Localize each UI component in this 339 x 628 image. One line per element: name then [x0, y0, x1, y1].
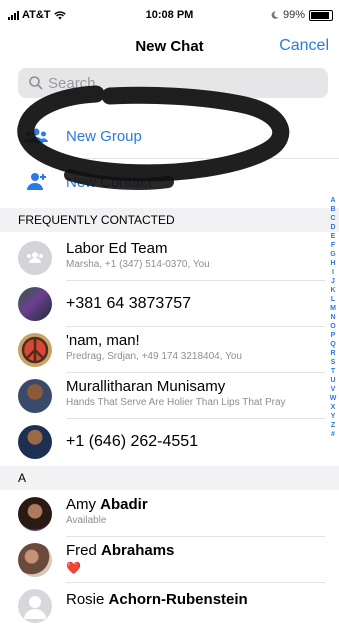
contact-subtitle: Predrag, Srdjan, +49 174 3218404, You	[66, 351, 242, 362]
new-contact-label: New Contact	[66, 173, 152, 191]
section-header-a: A	[0, 466, 339, 490]
new-group-button[interactable]: New Group	[0, 116, 339, 156]
contact-name: +381 64 3873757	[66, 295, 192, 312]
peace-sign-avatar	[18, 333, 52, 367]
moon-icon	[271, 11, 279, 19]
divider	[66, 536, 325, 537]
index-letter[interactable]: G	[328, 250, 338, 259]
alphabet-index[interactable]: A B C D E F G H I J K L M N O P Q R S T U V W X Y Z #	[328, 196, 338, 439]
list-item[interactable]: Rosie Achorn-Rubenstein	[0, 584, 325, 628]
battery-group: 99%	[271, 9, 333, 21]
contact-name: Rosie Achorn-Rubenstein	[66, 591, 248, 608]
group-avatar	[18, 241, 52, 275]
contact-name: Amy Abadir	[66, 496, 148, 513]
avatar	[18, 287, 52, 321]
index-letter[interactable]: M	[328, 304, 338, 313]
divider	[66, 326, 325, 327]
add-person-icon	[27, 173, 46, 190]
index-letter[interactable]: X	[328, 403, 338, 412]
index-letter[interactable]: N	[328, 313, 338, 322]
index-letter[interactable]: C	[328, 214, 338, 223]
index-letter[interactable]: O	[328, 322, 338, 331]
avatar	[18, 425, 52, 459]
divider	[66, 582, 325, 583]
contact-name: Labor Ed Team	[66, 240, 168, 257]
group-icon	[24, 128, 48, 143]
divider	[66, 418, 325, 419]
index-letter[interactable]: P	[328, 331, 338, 340]
nav-bar: New Chat Cancel	[0, 32, 339, 62]
index-letter[interactable]: F	[328, 241, 338, 250]
heart-status: ❤️	[66, 561, 81, 575]
section-header-frequent: FREQUENTLY CONTACTED	[0, 208, 339, 232]
index-letter[interactable]: U	[328, 376, 338, 385]
index-letter[interactable]: T	[328, 367, 338, 376]
divider	[64, 158, 339, 159]
index-letter[interactable]: Y	[328, 412, 338, 421]
search-icon	[29, 76, 43, 90]
new-group-label: New Group	[66, 127, 142, 145]
list-item[interactable]: Amy Abadir Available	[0, 492, 325, 536]
index-letter[interactable]: E	[328, 232, 338, 241]
battery-icon	[309, 9, 333, 21]
list-item[interactable]: Fred Abrahams ❤️	[0, 538, 325, 582]
battery-percent: 99%	[282, 9, 305, 21]
search-input[interactable]	[44, 73, 290, 93]
index-letter[interactable]: Q	[328, 340, 338, 349]
index-letter[interactable]: W	[328, 394, 338, 403]
index-letter[interactable]: K	[328, 286, 338, 295]
divider	[66, 372, 325, 373]
status-bar: AT&T 10:08 PM 99%	[0, 0, 339, 30]
avatar	[18, 589, 52, 623]
contact-subtitle: Hands That Serve Are Holier Than Lips Th…	[66, 397, 286, 408]
index-letter[interactable]: L	[328, 295, 338, 304]
index-letter[interactable]: V	[328, 385, 338, 394]
list-item[interactable]: +381 64 3873757	[0, 282, 325, 326]
contact-subtitle: Marsha, +1 (347) 514-0370, You	[66, 259, 210, 270]
avatar	[18, 543, 52, 577]
cancel-button[interactable]: Cancel	[279, 37, 329, 55]
contact-name: Murallitharan Munisamy	[66, 378, 226, 395]
index-letter[interactable]: I	[328, 268, 338, 277]
avatar	[18, 497, 52, 531]
index-letter[interactable]: #	[328, 430, 338, 439]
index-letter[interactable]: B	[328, 205, 338, 214]
index-letter[interactable]: J	[328, 277, 338, 286]
divider	[66, 280, 325, 281]
index-letter[interactable]: H	[328, 259, 338, 268]
contact-name: +1 (646) 262-4551	[66, 433, 199, 450]
new-contact-button[interactable]: New Contact	[0, 162, 339, 202]
index-letter[interactable]: S	[328, 358, 338, 367]
contact-name: 'nam, man!	[66, 332, 140, 349]
index-letter[interactable]: R	[328, 349, 338, 358]
index-letter[interactable]: A	[328, 196, 338, 205]
list-item[interactable]: Murallitharan Munisamy Hands That Serve …	[0, 374, 325, 418]
list-item[interactable]: Labor Ed Team Marsha, +1 (347) 514-0370,…	[0, 236, 325, 280]
index-letter[interactable]: D	[328, 223, 338, 232]
search-bar[interactable]	[18, 68, 328, 98]
avatar	[18, 379, 52, 413]
list-item[interactable]: +1 (646) 262-4551	[0, 420, 325, 464]
contact-name: Fred Abrahams	[66, 542, 175, 559]
index-letter[interactable]: Z	[328, 421, 338, 430]
list-item[interactable]: 'nam, man! Predrag, Srdjan, +49 174 3218…	[0, 328, 325, 372]
contact-subtitle: Available	[66, 515, 107, 526]
